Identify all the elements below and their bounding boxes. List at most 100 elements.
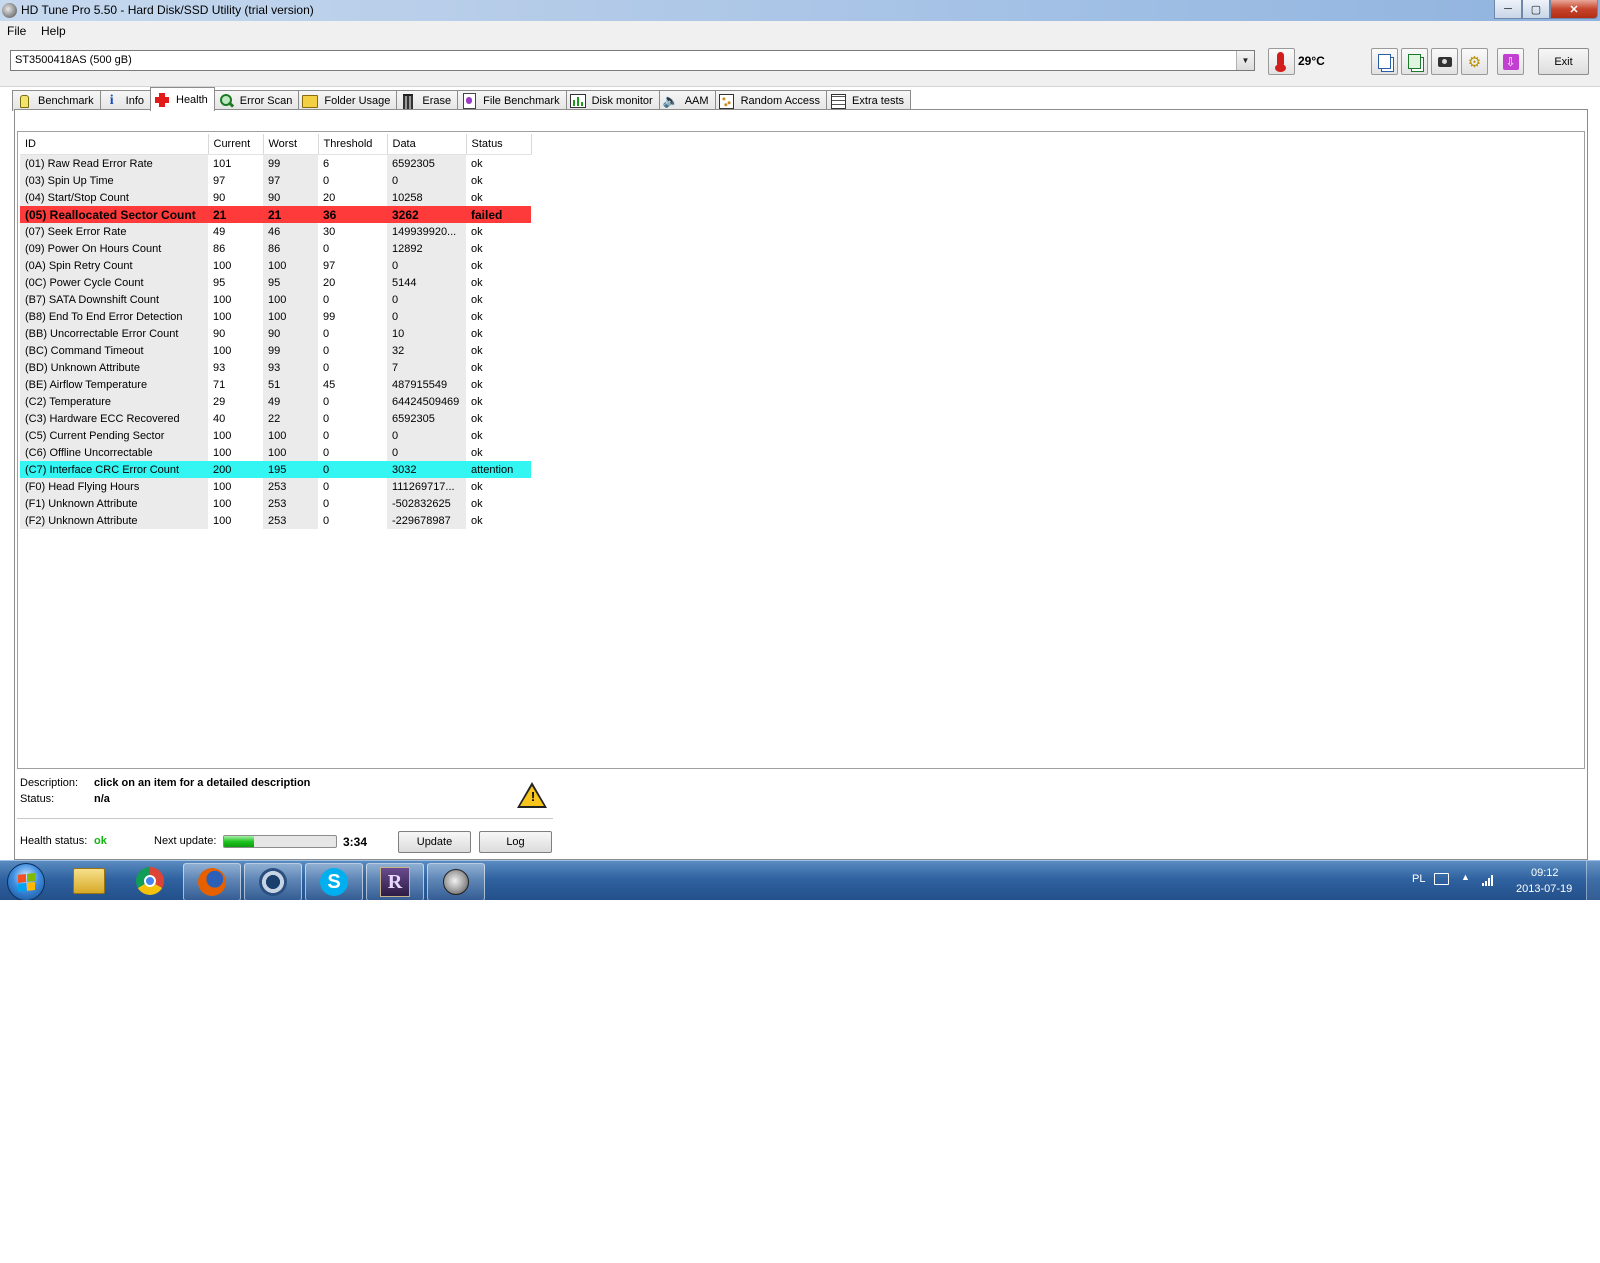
worst-value-cell: 93 <box>263 359 318 376</box>
clock-date[interactable]: 2013-07-19 <box>1516 883 1572 900</box>
column-header-data[interactable]: Data <box>387 134 467 155</box>
maximize-button[interactable]: ▢ <box>1522 0 1550 19</box>
table-row[interactable]: (04) Start/Stop Count 90 90 20 10258 ok <box>20 189 531 206</box>
column-header-current[interactable]: Current <box>208 134 264 155</box>
table-row[interactable]: (F2) Unknown Attribute 100 253 0 -229678987 o… <box>20 512 531 529</box>
table-row[interactable]: (BB) Uncorrectable Error Count 90 90 0 10 ok <box>20 325 531 342</box>
tab-info[interactable]: i Info <box>99 90 151 111</box>
tab-extra-tests[interactable]: Extra tests <box>826 90 912 111</box>
table-row[interactable]: (BC) Command Timeout 100 99 0 32 ok <box>20 342 531 359</box>
column-header-status[interactable]: Status <box>466 134 532 155</box>
table-row[interactable]: (07) Seek Error Rate 49 46 30 149939920... ok <box>20 223 531 240</box>
close-button[interactable]: ✕ <box>1550 0 1598 19</box>
table-row[interactable]: (C7) Interface CRC Error Count 200 195 0 303… <box>20 461 531 478</box>
table-row[interactable]: (B7) SATA Downshift Count 100 100 0 0 ok <box>20 291 531 308</box>
signal-tray-icon[interactable] <box>1482 874 1493 900</box>
exit-button[interactable]: Exit <box>1538 48 1589 75</box>
table-row[interactable]: (0C) Power Cycle Count 95 95 20 5144 ok <box>20 274 531 291</box>
menu-file[interactable]: File <box>7 24 26 38</box>
table-row[interactable]: (0A) Spin Retry Count 100 100 97 0 ok <box>20 257 531 274</box>
column-header-threshold[interactable]: Threshold <box>318 134 388 155</box>
table-row[interactable]: (C6) Offline Uncorrectable 100 100 0 0 ok <box>20 444 531 461</box>
start-button[interactable] <box>7 863 45 900</box>
tab-random-access[interactable]: Random Access <box>714 90 828 111</box>
status-label: Status: <box>20 793 55 805</box>
table-row[interactable]: (F1) Unknown Attribute 100 253 0 -502832625 o… <box>20 495 531 512</box>
chevron-down-icon[interactable]: ▼ <box>1236 51 1254 70</box>
worst-value-cell: 100 <box>263 308 318 325</box>
table-row[interactable]: (C5) Current Pending Sector 100 100 0 0 ok <box>20 427 531 444</box>
tab-health[interactable]: Health <box>150 87 215 111</box>
attribute-id-cell: (05) Reallocated Sector Count <box>20 206 208 223</box>
table-header-row: ID Current Worst Threshold Data Status <box>20 134 532 155</box>
copy-screen-button[interactable] <box>1401 48 1428 75</box>
table-row[interactable]: (B8) End To End Error Detection 100 100 99 0… <box>20 308 531 325</box>
log-button[interactable]: Log <box>479 831 552 853</box>
attribute-id-cell: (0C) Power Cycle Count <box>20 274 208 291</box>
tab-file-benchmark[interactable]: File Benchmark <box>457 90 567 111</box>
attribute-id-cell: (B8) End To End Error Detection <box>20 308 208 325</box>
table-row[interactable]: (C2) Temperature 29 49 0 64424509469 ok <box>20 393 531 410</box>
table-row[interactable]: (05) Reallocated Sector Count 21 21 36 3262 f… <box>20 206 531 223</box>
health-status-value: ok <box>94 835 107 847</box>
tab-folder-usage[interactable]: Folder Usage <box>298 90 398 111</box>
table-row[interactable]: (01) Raw Read Error Rate 101 99 6 6592305 ok <box>20 154 531 172</box>
screenshot-button[interactable] <box>1431 48 1458 75</box>
worst-value-cell: 253 <box>263 478 318 495</box>
threshold-value-cell: 30 <box>323 225 336 238</box>
close-icon: ✕ <box>1569 3 1579 16</box>
taskbar-explorer[interactable] <box>61 863 117 899</box>
update-button[interactable]: Update <box>398 831 471 853</box>
column-header-id[interactable]: ID <box>20 134 209 155</box>
taskbar-teamspeak[interactable] <box>244 863 302 900</box>
copy-info-icon <box>1378 54 1391 69</box>
benchmark-icon <box>16 93 32 109</box>
taskbar-chrome[interactable] <box>122 863 178 899</box>
threshold-value-cell: 6 <box>323 157 330 170</box>
table-row[interactable]: (BD) Unknown Attribute 93 93 0 7 ok <box>20 359 531 376</box>
window-title: HD Tune Pro 5.50 - Hard Disk/SSD Utility… <box>21 3 314 17</box>
show-hidden-icons-icon[interactable]: ▲ <box>1461 872 1470 900</box>
save-button[interactable]: ⇩ <box>1497 48 1524 75</box>
table-row[interactable]: (BE) Airflow Temperature 71 51 45 487915549 o… <box>20 376 531 393</box>
health-panel: ID Current Worst Threshold Data Status (… <box>14 109 1588 860</box>
tab-aam[interactable]: 🔈 AAM <box>658 90 716 111</box>
tab-benchmark[interactable]: Benchmark <box>12 90 101 111</box>
progress-fill <box>224 836 255 847</box>
worst-value-cell: 22 <box>263 410 318 427</box>
raw-data-cell: 0 <box>387 291 466 308</box>
current-value-cell: 90 <box>213 327 226 340</box>
network-tray-icon[interactable] <box>1434 873 1449 900</box>
health-cross-icon <box>154 92 170 108</box>
menu-help[interactable]: Help <box>41 24 66 38</box>
current-value-cell: 21 <box>208 206 263 223</box>
tab-disk-monitor[interactable]: Disk monitor <box>565 90 660 111</box>
threshold-value-cell: 0 <box>323 327 330 340</box>
tab-bar: Benchmark i Info Health Error Scan Folde… <box>12 87 912 111</box>
attribute-id-cell: (BB) Uncorrectable Error Count <box>20 325 208 342</box>
table-row[interactable]: (09) Power On Hours Count 86 86 0 12892 ok <box>20 240 531 257</box>
taskbar-hdtune[interactable] <box>427 863 485 900</box>
tab-error-scan[interactable]: Error Scan <box>213 90 300 111</box>
tab-erase[interactable]: Erase <box>396 90 459 111</box>
column-header-worst[interactable]: Worst <box>263 134 319 155</box>
language-indicator[interactable]: PL <box>1412 873 1425 900</box>
taskbar-skype[interactable]: S <box>305 863 363 900</box>
show-desktop-button[interactable] <box>1586 861 1600 900</box>
minimize-button[interactable]: ─ <box>1494 0 1522 19</box>
options-button[interactable]: ⚙ <box>1461 48 1488 75</box>
worst-value-cell: 100 <box>263 427 318 444</box>
drive-select[interactable]: ST3500418AS (500 gB) ▼ <box>10 50 1255 71</box>
raw-data-cell: -502832625 <box>387 495 466 512</box>
raw-data-cell: 3032 <box>387 461 466 478</box>
table-row[interactable]: (F0) Head Flying Hours 100 253 0 111269717..… <box>20 478 531 495</box>
info-icon: i <box>109 93 114 108</box>
threshold-value-cell: 0 <box>323 293 330 306</box>
taskbar-rift[interactable]: R <box>366 863 424 900</box>
table-row[interactable]: (03) Spin Up Time 97 97 0 0 ok <box>20 172 531 189</box>
taskbar-firefox[interactable] <box>183 863 241 900</box>
threshold-value-cell: 0 <box>323 497 330 510</box>
copy-info-button[interactable] <box>1371 48 1398 75</box>
next-update-progress-bar <box>223 835 337 848</box>
table-row[interactable]: (C3) Hardware ECC Recovered 40 22 0 6592305 o… <box>20 410 531 427</box>
